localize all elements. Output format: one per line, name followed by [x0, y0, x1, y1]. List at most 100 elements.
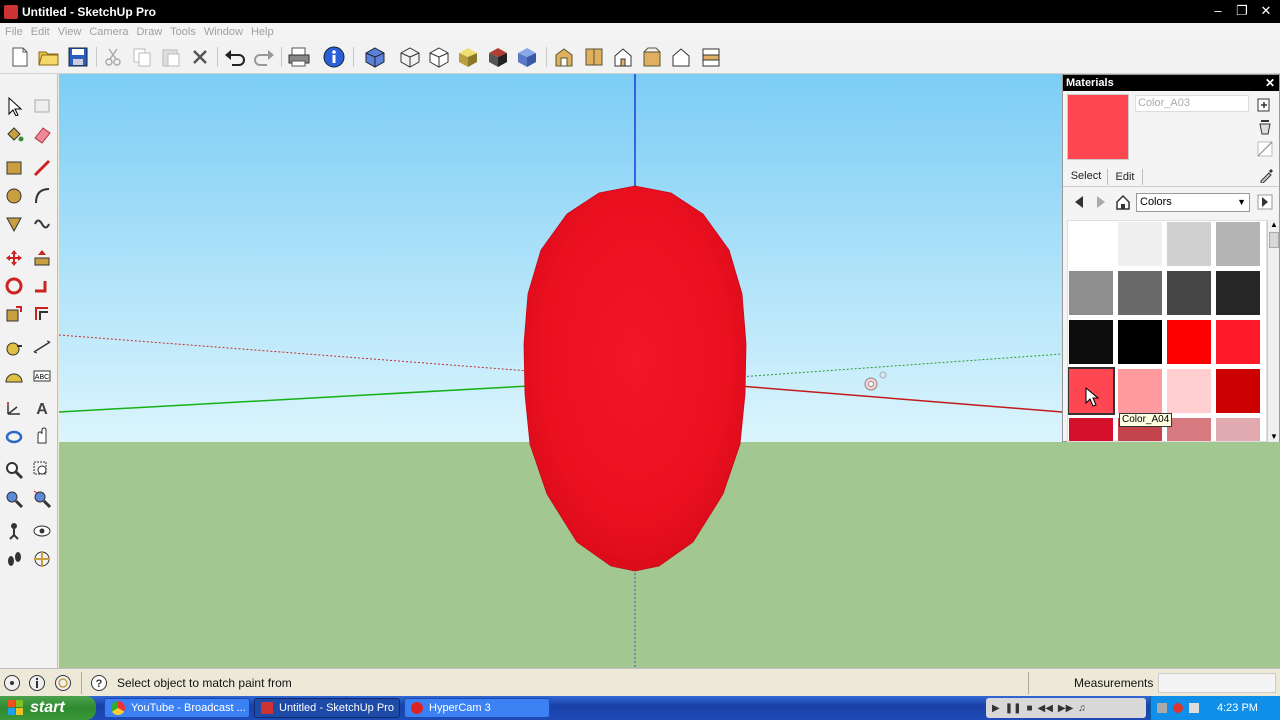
position-camera-icon[interactable]	[2, 519, 26, 543]
menu-tools[interactable]: Tools	[169, 26, 203, 38]
media-next-icon[interactable]: ▶▶	[1058, 703, 1073, 714]
color-swatch[interactable]	[1167, 320, 1211, 364]
default-material-icon[interactable]	[1257, 141, 1273, 157]
menu-file[interactable]: File	[4, 26, 30, 38]
eraser-icon[interactable]	[30, 122, 54, 146]
circle-icon[interactable]	[2, 184, 26, 208]
scale-icon[interactable]	[2, 302, 26, 326]
hidden-line-icon[interactable]	[427, 45, 451, 69]
model-info-icon[interactable]	[322, 45, 346, 69]
user-icon[interactable]	[54, 674, 72, 692]
color-swatch[interactable]	[1118, 320, 1162, 364]
move-icon[interactable]	[2, 246, 26, 270]
previous-view-icon[interactable]	[30, 487, 54, 511]
back-arrow-icon[interactable]	[1071, 194, 1087, 210]
orbit-icon[interactable]	[2, 424, 26, 448]
color-swatch[interactable]	[1167, 271, 1211, 315]
open-icon[interactable]	[37, 45, 61, 69]
details-arrow-icon[interactable]	[1257, 194, 1273, 210]
section-plane-icon[interactable]	[30, 547, 54, 571]
paint-bucket-icon[interactable]	[2, 122, 26, 146]
cut-icon[interactable]	[101, 45, 125, 69]
media-stop-icon[interactable]: ■	[1026, 703, 1032, 714]
menu-help[interactable]: Help	[250, 26, 281, 38]
3d-text-icon[interactable]: A	[30, 396, 54, 420]
taskbar-item-hypercam[interactable]: HyperCam 3	[404, 698, 550, 718]
offset-icon[interactable]	[30, 302, 54, 326]
minimize-button[interactable]: –	[1210, 3, 1226, 19]
color-swatch[interactable]	[1118, 369, 1162, 413]
color-swatch[interactable]	[1069, 320, 1113, 364]
color-swatch[interactable]	[1069, 271, 1113, 315]
right-view-icon[interactable]	[640, 45, 664, 69]
color-swatch[interactable]	[1069, 418, 1113, 441]
swatch-scrollbar[interactable]: ▲ ▼	[1267, 220, 1279, 442]
library-select[interactable]: Colors ▼	[1136, 193, 1250, 212]
push-pull-icon[interactable]	[30, 246, 54, 270]
follow-me-icon[interactable]	[30, 274, 54, 298]
material-name-field[interactable]: Color_A03	[1135, 95, 1249, 112]
color-swatch[interactable]	[1216, 369, 1260, 413]
restore-button[interactable]: ❐	[1234, 3, 1250, 19]
zoom-window-icon[interactable]	[30, 458, 54, 482]
back-view-icon[interactable]	[669, 45, 693, 69]
color-swatch[interactable]	[1118, 222, 1162, 266]
home-icon[interactable]	[1115, 194, 1131, 210]
erase-icon[interactable]	[188, 45, 212, 69]
geo-location-icon[interactable]	[3, 674, 21, 692]
polygon-icon[interactable]	[2, 212, 26, 236]
credits-icon[interactable]	[28, 674, 46, 692]
measurements-field[interactable]	[1158, 673, 1276, 693]
rectangle-icon[interactable]	[2, 156, 26, 180]
eyedropper-icon[interactable]	[1259, 167, 1275, 184]
copy-icon[interactable]	[130, 45, 154, 69]
color-swatch[interactable]	[1216, 222, 1260, 266]
iso-view-icon[interactable]	[552, 45, 576, 69]
select-icon[interactable]	[2, 94, 26, 118]
tray-network-icon[interactable]	[1157, 703, 1167, 713]
protractor-icon[interactable]	[2, 364, 26, 388]
forward-arrow-icon[interactable]	[1093, 194, 1109, 210]
start-button[interactable]: start	[0, 696, 96, 720]
shaded-texture-icon[interactable]	[486, 45, 510, 69]
save-icon[interactable]	[66, 45, 90, 69]
tray-app-icon[interactable]	[1173, 703, 1183, 713]
axes-icon[interactable]	[2, 396, 26, 420]
media-play-icon[interactable]: ▶	[992, 703, 1000, 714]
color-swatch[interactable]	[1167, 369, 1211, 413]
redo-icon[interactable]	[252, 45, 276, 69]
scroll-down-icon[interactable]: ▼	[1269, 432, 1279, 442]
taskbar-item-youtube[interactable]: YouTube - Broadcast ...	[104, 698, 250, 718]
freehand-icon[interactable]	[30, 212, 54, 236]
tab-select[interactable]: Select	[1067, 167, 1105, 185]
color-swatch[interactable]	[1216, 271, 1260, 315]
menu-window[interactable]: Window	[203, 26, 250, 38]
media-pause-icon[interactable]: ❚❚	[1005, 703, 1022, 714]
taskbar-item-sketchup[interactable]: Untitled - SketchUp Pro	[254, 698, 400, 718]
line-icon[interactable]	[30, 156, 54, 180]
dimension-icon[interactable]	[30, 336, 54, 360]
media-controls[interactable]: ▶ ❚❚ ■ ◀◀ ▶▶ ♫	[986, 698, 1146, 718]
xray-icon[interactable]	[363, 45, 387, 69]
look-around-icon[interactable]	[30, 519, 54, 543]
media-prev-icon[interactable]: ◀◀	[1038, 703, 1053, 714]
undo-icon[interactable]	[223, 45, 247, 69]
close-button[interactable]: ✕	[1258, 3, 1274, 19]
color-swatch[interactable]	[1216, 418, 1260, 441]
top-view-icon[interactable]	[582, 45, 606, 69]
new-icon[interactable]	[8, 45, 32, 69]
text-icon[interactable]: ABC	[30, 364, 54, 388]
tape-measure-icon[interactable]	[2, 336, 26, 360]
pan-icon[interactable]	[30, 424, 54, 448]
front-view-icon[interactable]	[611, 45, 635, 69]
menu-view[interactable]: View	[57, 26, 89, 38]
scroll-thumb[interactable]	[1269, 232, 1279, 248]
menu-camera[interactable]: Camera	[88, 26, 135, 38]
menu-edit[interactable]: Edit	[30, 26, 57, 38]
left-view-icon[interactable]	[699, 45, 723, 69]
color-swatch[interactable]	[1167, 222, 1211, 266]
create-material-icon[interactable]	[1257, 96, 1271, 112]
print-icon[interactable]	[287, 45, 311, 69]
tray-volume-icon[interactable]	[1189, 703, 1199, 713]
monochrome-icon[interactable]	[515, 45, 539, 69]
